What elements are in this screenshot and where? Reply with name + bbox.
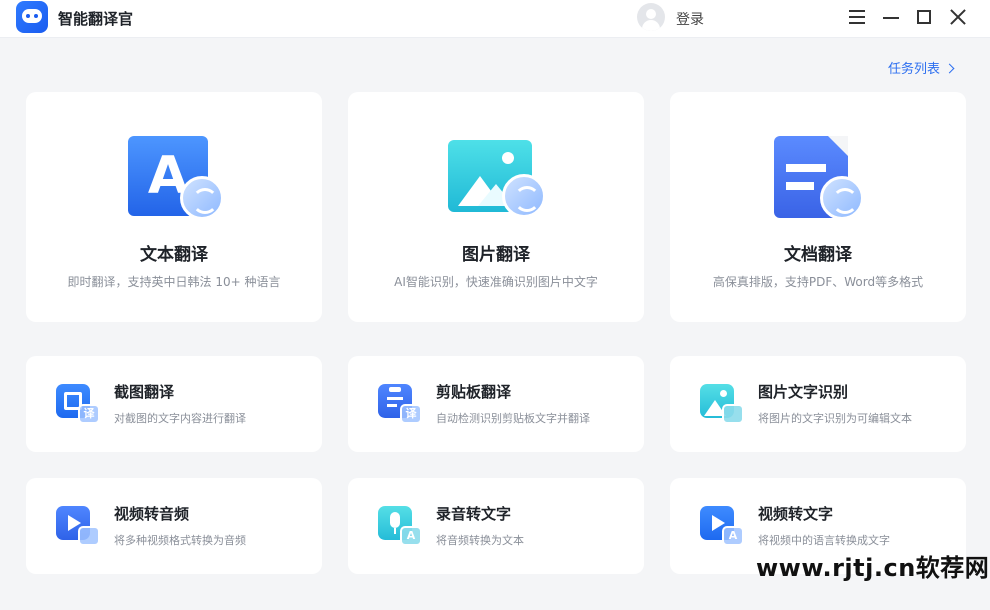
card-desc: 对截图的文字内容进行翻译 xyxy=(114,412,246,425)
menu-icon[interactable] xyxy=(846,6,868,28)
card-desc: 高保真排版，支持PDF、Word等多格式 xyxy=(712,275,924,289)
text-translate-icon: A xyxy=(128,136,232,228)
app-logo-icon xyxy=(16,1,48,33)
card-title: 剪贴板翻译 xyxy=(436,383,512,401)
image-translate-icon xyxy=(448,136,552,228)
card-title: 视频转音频 xyxy=(114,505,190,523)
card-text-translate[interactable]: A 文本翻译 即时翻译，支持英中日韩法 10+ 种语言 xyxy=(26,92,322,322)
login-link[interactable]: 登录 xyxy=(676,9,704,29)
card-screenshot-translate[interactable]: 译 截图翻译 对截图的文字内容进行翻译 xyxy=(26,356,322,452)
card-audio-to-text[interactable]: A 录音转文字 将音频转换为文本 xyxy=(348,478,644,574)
screenshot-translate-icon: 译 xyxy=(56,384,102,426)
card-image-ocr[interactable]: 图片文字识别 将图片的文字识别为可编辑文本 xyxy=(670,356,966,452)
video-to-audio-icon xyxy=(56,506,102,548)
maximize-icon[interactable] xyxy=(913,6,935,28)
image-ocr-icon xyxy=(700,384,746,426)
chevron-right-icon xyxy=(944,63,955,74)
card-title: 视频转文字 xyxy=(758,505,834,523)
title-bar: 智能翻译官 登录 xyxy=(0,0,990,38)
watermark: www.rjtj.cn软荐网 xyxy=(756,554,990,582)
card-desc: 将图片的文字识别为可编辑文本 xyxy=(758,412,912,425)
card-clipboard-translate[interactable]: 译 剪贴板翻译 自动检测识别剪贴板文字并翻译 xyxy=(348,356,644,452)
card-video-to-audio[interactable]: 视频转音频 将多种视频格式转换为音频 xyxy=(26,478,322,574)
card-title: 文本翻译 xyxy=(140,245,208,265)
card-document-translate[interactable]: 文档翻译 高保真排版，支持PDF、Word等多格式 xyxy=(670,92,966,322)
card-desc: AI智能识别，快速准确识别图片中文字 xyxy=(394,275,598,289)
card-desc: 将音频转换为文本 xyxy=(436,534,524,547)
card-title: 录音转文字 xyxy=(436,505,512,523)
card-image-translate[interactable]: 图片翻译 AI智能识别，快速准确识别图片中文字 xyxy=(348,92,644,322)
document-translate-icon xyxy=(774,136,878,228)
video-to-text-icon: A xyxy=(700,506,746,548)
task-list-link[interactable]: 任务列表 xyxy=(888,58,955,77)
minimize-icon[interactable] xyxy=(880,6,902,28)
card-title: 文档翻译 xyxy=(784,245,852,265)
clipboard-translate-icon: 译 xyxy=(378,384,424,426)
card-desc: 将视频中的语言转换成文字 xyxy=(758,534,890,547)
close-icon[interactable] xyxy=(947,6,969,28)
avatar-icon[interactable] xyxy=(637,3,665,31)
card-title: 图片翻译 xyxy=(462,245,530,265)
card-desc: 即时翻译，支持英中日韩法 10+ 种语言 xyxy=(67,275,281,289)
audio-to-text-icon: A xyxy=(378,506,424,548)
card-title: 图片文字识别 xyxy=(758,383,849,401)
card-desc: 将多种视频格式转换为音频 xyxy=(114,534,246,547)
card-desc: 自动检测识别剪贴板文字并翻译 xyxy=(436,412,590,425)
card-title: 截图翻译 xyxy=(114,383,175,401)
app-title: 智能翻译官 xyxy=(58,10,134,28)
